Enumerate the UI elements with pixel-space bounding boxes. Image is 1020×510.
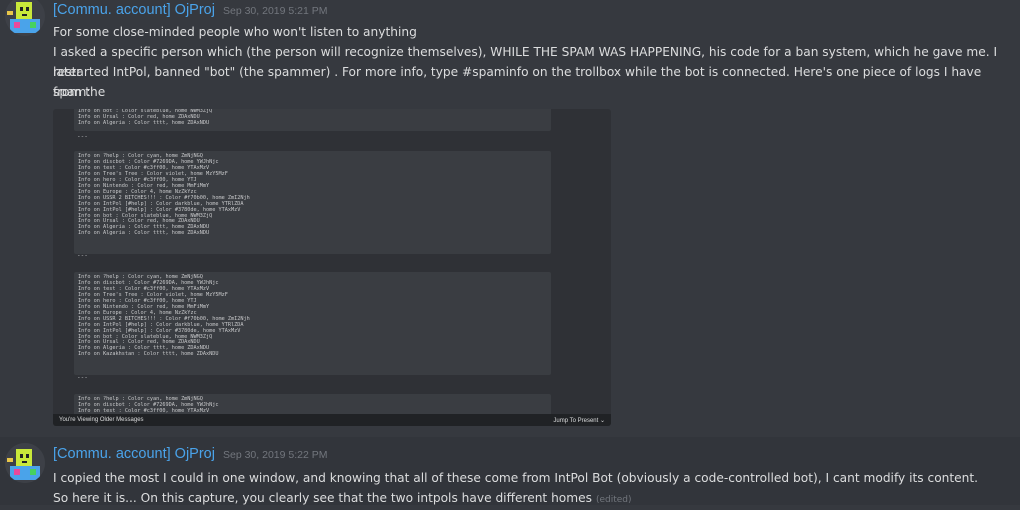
message-text: So here it is... On this capture, you cl…	[53, 491, 592, 505]
user-avatar[interactable]	[5, 443, 45, 483]
log-line: Info on Algeria : Color tttt, home ZDAxN…	[78, 119, 210, 126]
user-avatar[interactable]	[5, 0, 45, 36]
username[interactable]: [Commu. account] OjProj	[53, 2, 215, 18]
robot-avatar-icon	[5, 0, 45, 36]
robot-avatar-icon	[5, 443, 45, 483]
log-line: Info on Algeria : Color tttt, home ZDAxN…	[78, 230, 210, 237]
message-text: spam:	[53, 85, 91, 99]
separator-text: ---	[77, 374, 88, 381]
image-attachment[interactable]: Info on bot : Color slateblue, home NWM3…	[53, 109, 611, 426]
message-text: I copied the most I could in one window,…	[53, 471, 979, 485]
log-block: Info on bot : Color slateblue, home NWM3…	[74, 109, 551, 131]
message: [Commu. account] OjProj Sep 30, 2019 5:2…	[0, 0, 1020, 430]
log-block: Info on ?help : Color cyan, home ZmNjNGQ…	[74, 151, 551, 254]
separator-text: ---	[77, 252, 88, 259]
message-text-line: So here it is... On this capture, you cl…	[53, 488, 1003, 510]
username[interactable]: [Commu. account] OjProj	[53, 446, 215, 462]
older-messages-label: You're Viewing Older Messages	[59, 417, 144, 423]
jump-to-present-button[interactable]: Jump To Present ⌄	[553, 417, 605, 424]
older-messages-bar: You're Viewing Older Messages Jump To Pr…	[53, 414, 611, 426]
message: [Commu. account] OjProj Sep 30, 2019 5:2…	[0, 437, 1020, 505]
chevron-down-icon: ⌄	[599, 417, 605, 424]
message-text: For some close-minded people who won't l…	[53, 25, 417, 39]
log-block: Info on ?help : Color cyan, home ZmNjNGQ…	[74, 272, 551, 375]
log-line: Info on Kazakhstan : Color tttt, home ZD…	[78, 351, 219, 358]
separator-text: ---	[77, 133, 88, 140]
timestamp: Sep 30, 2019 5:22 PM	[222, 449, 328, 461]
jump-to-present-label: Jump To Present	[553, 417, 599, 424]
timestamp: Sep 30, 2019 5:21 PM	[222, 5, 328, 17]
edited-label: (edited)	[595, 495, 632, 505]
